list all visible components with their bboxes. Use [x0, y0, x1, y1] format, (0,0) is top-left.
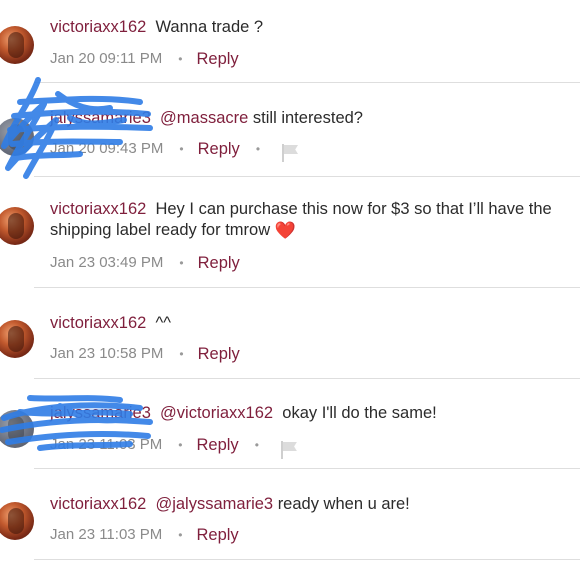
- separator-dot: •: [254, 438, 259, 452]
- comment-mention[interactable]: @massacre: [160, 109, 248, 127]
- heart-icon: ❤️: [274, 221, 296, 240]
- comment-text: okay I'll do the same!: [282, 404, 437, 422]
- separator-dot: •: [178, 528, 183, 542]
- comment-timestamp: Jan 23 10:58 PM: [50, 345, 164, 362]
- reply-button[interactable]: Reply: [197, 48, 239, 70]
- comment-text: ^^: [155, 314, 171, 332]
- comment-timestamp: Jan 20 09:43 PM: [50, 140, 164, 157]
- comment-text: shipping label ready for tmrow: [50, 221, 271, 239]
- reply-button[interactable]: Reply: [198, 343, 240, 365]
- avatar[interactable]: [0, 207, 34, 245]
- divider: [34, 82, 580, 83]
- comment-username[interactable]: jalyssamarie3: [50, 404, 151, 422]
- divider: [34, 559, 580, 560]
- flag-icon[interactable]: [279, 441, 299, 459]
- separator-dot: •: [178, 438, 183, 452]
- divider: [34, 378, 580, 379]
- flag-icon[interactable]: [280, 144, 300, 162]
- comment-username[interactable]: victoriaxx162: [50, 200, 146, 218]
- separator-dot: •: [255, 142, 261, 156]
- comment-mention[interactable]: @jalyssamarie3: [155, 495, 273, 513]
- reply-button[interactable]: Reply: [198, 252, 240, 274]
- divider: [34, 176, 580, 177]
- separator-dot: •: [178, 52, 183, 66]
- reply-button[interactable]: Reply: [197, 434, 239, 456]
- comment-timestamp: Jan 23 03:49 PM: [50, 254, 164, 271]
- separator-dot: •: [179, 142, 184, 156]
- separator-dot: •: [179, 256, 184, 270]
- comment-username[interactable]: victoriaxx162: [50, 495, 146, 513]
- separator-dot: •: [179, 347, 184, 361]
- avatar[interactable]: [0, 26, 34, 64]
- comment-text: Hey I can purchase this now for $3 so th…: [155, 200, 552, 218]
- comment-username[interactable]: victoriaxx162: [50, 18, 146, 36]
- comment-text: still interested?: [252, 109, 363, 127]
- avatar[interactable]: [0, 410, 34, 448]
- reply-button[interactable]: Reply: [197, 524, 239, 546]
- comment-text: Wanna trade ?: [155, 18, 264, 36]
- divider: [34, 287, 580, 288]
- comment-username[interactable]: jalyssamarie3: [50, 109, 151, 127]
- divider: [34, 468, 580, 469]
- reply-button[interactable]: Reply: [198, 138, 240, 160]
- comment-timestamp: Jan 23 11:03 PM: [50, 526, 163, 543]
- avatar[interactable]: [0, 320, 34, 358]
- avatar[interactable]: [0, 502, 34, 540]
- comment-text: ready when u are!: [277, 495, 410, 513]
- avatar[interactable]: [0, 118, 34, 156]
- comment-timestamp: Jan 23 11:03 PM: [50, 436, 163, 453]
- comment-timestamp: Jan 20 09:11 PM: [50, 50, 163, 67]
- comment-username[interactable]: victoriaxx162: [50, 314, 146, 332]
- comment-mention[interactable]: @victoriaxx162: [160, 404, 273, 422]
